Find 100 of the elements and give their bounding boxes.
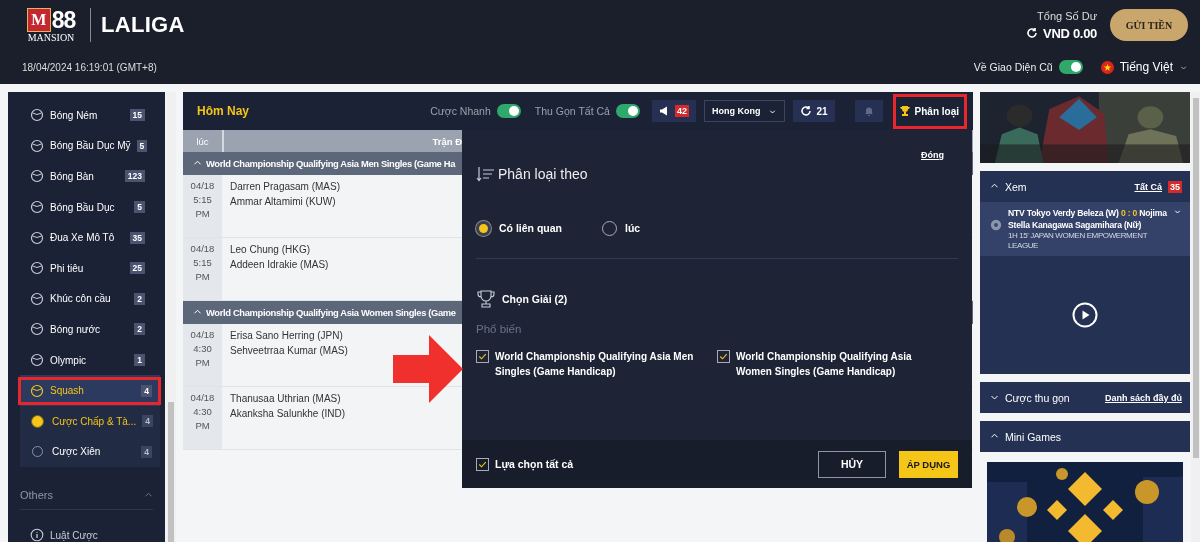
match-date: 04/18 <box>190 243 215 254</box>
match-time: 5:15 <box>193 194 212 205</box>
deposit-button[interactable]: GỬI TIỀN <box>1110 9 1188 41</box>
match-teams: NTV Tokyo Verdy Beleza (W) 0 : 0 Nojima Stella Kanagawa Sagamihara (Nữ) <box>1008 207 1167 231</box>
checkbox[interactable] <box>476 458 489 471</box>
count-badge: 4 <box>142 415 153 428</box>
league-title: World Championship Qualifying Asia Women Singles (Game <box>206 307 456 318</box>
toggle-label: Cược Nhanh <box>430 105 491 117</box>
logo[interactable]: M 88 MANSION <box>22 7 80 43</box>
match-date: 04/18 <box>190 180 215 191</box>
notification-button[interactable] <box>854 100 883 122</box>
count-badge: 1 <box>134 354 145 367</box>
odds-format-select[interactable]: Hong Kong <box>703 100 786 122</box>
sport-item[interactable]: Bóng nước 2 <box>8 314 165 345</box>
team-name: Darren Pragasam (MAS) <box>230 181 341 192</box>
cancel-button[interactable]: HỦY <box>818 450 886 478</box>
info-icon <box>30 528 44 542</box>
sport-item[interactable]: Bóng Bàn 123 <box>8 161 165 192</box>
league-option[interactable]: World Championship Qualifying Asia Women Singles (Game Handicap) <box>717 349 958 379</box>
match-time: 5:15 <box>193 257 212 268</box>
ball-icon <box>30 230 44 245</box>
sport-item[interactable]: Olympic 1 <box>8 344 165 376</box>
toggle-label: Thu Gọn Tất Cả <box>534 105 610 117</box>
sport-item[interactable]: Bóng Bầu Dục 5 <box>8 191 165 223</box>
group-label: Phổ biến <box>476 323 523 335</box>
count-badge: 5 <box>136 139 148 152</box>
select-all-option[interactable]: Lựa chọn tất cả <box>476 457 574 471</box>
apply-button[interactable]: ÁP DỤNG <box>899 450 958 478</box>
count-badge: 123 <box>124 170 145 183</box>
section-title: Hôm Nay <box>197 104 249 118</box>
ball-icon <box>30 353 44 368</box>
partner-logo: LALIGA <box>101 12 185 38</box>
caret-icon[interactable] <box>1173 207 1182 216</box>
count-badge: 25 <box>129 262 145 275</box>
ball-icon <box>30 383 44 398</box>
ball-icon <box>30 200 44 215</box>
count-badge: 4 <box>141 445 152 458</box>
bet-type-item[interactable]: Cược Xiên 4 <box>20 436 160 468</box>
radio-button[interactable] <box>476 220 491 236</box>
count-badge: 42 <box>674 105 689 117</box>
flag-icon <box>1100 60 1114 74</box>
sport-item[interactable]: Bóng Bầu Dục Mỹ 5 <box>8 130 165 162</box>
scrollbar[interactable] <box>1191 92 1200 542</box>
ball-icon <box>990 219 1002 231</box>
chevron-icon[interactable] <box>990 393 999 402</box>
sport-item[interactable]: Đua Xe Mô Tô 35 <box>8 222 165 253</box>
match-time: 4:30 <box>193 406 212 417</box>
classic-view-label: Về Giao Diện Cũ <box>973 61 1053 73</box>
sort-option[interactable]: lúc <box>602 220 641 236</box>
trophy-icon <box>898 105 911 117</box>
toggle-switch[interactable] <box>496 104 521 118</box>
team-name: Leo Chung (HKG) <box>230 244 312 255</box>
sport-item[interactable]: Phi tiêu 25 <box>8 252 165 284</box>
match-time: 4:30 <box>193 343 212 354</box>
menu-item[interactable]: Luật Cược <box>8 520 165 542</box>
match-period: PM <box>195 357 210 368</box>
panel-title: Mini Games <box>1005 430 1061 443</box>
match-period: PM <box>195 420 210 431</box>
announcement-button[interactable]: 42 <box>651 100 696 122</box>
match-date: 04/18 <box>190 329 215 340</box>
checkmark-icon <box>718 351 729 362</box>
toggle-switch[interactable] <box>615 104 640 118</box>
refresh-icon <box>800 105 813 117</box>
view-all-link[interactable]: Tất Cả <box>1134 181 1162 192</box>
checkmark-icon <box>477 351 488 362</box>
sort-option[interactable]: Có liên quan <box>476 220 562 236</box>
team-name: Addeen Idrakie (MAS) <box>230 259 329 270</box>
date-time: 18/04/2024 16:19:01 (GMT+8) <box>22 61 157 73</box>
count-badge: 2 <box>134 292 145 305</box>
language-select[interactable]: Tiếng Việt <box>1119 60 1173 74</box>
team-name: Ammar Altamimi (KUW) <box>230 196 337 207</box>
count-badge: 4 <box>141 384 152 397</box>
ball-icon <box>30 169 44 184</box>
match-period: PM <box>195 208 210 219</box>
league-option[interactable]: World Championship Qualifying Asia Men Singles (Game Handicap) <box>476 349 717 379</box>
panel-title: Cược thu gọn <box>1005 391 1070 404</box>
close-link[interactable]: Đóng <box>921 150 944 162</box>
sport-item[interactable]: Khúc côn cầu 2 <box>8 283 165 315</box>
refresh-icon[interactable] <box>1026 27 1039 39</box>
bet-type-item[interactable]: Cược Chấp & Tà... 4 <box>20 405 160 437</box>
trophy-icon <box>476 289 496 309</box>
match-info: 1H 15' JAPAN WOMEN EMPOWERMENT LEAGUE <box>1008 231 1149 251</box>
sport-item[interactable]: Bóng Ném 15 <box>8 100 165 131</box>
checkbox[interactable] <box>476 350 489 363</box>
checkbox[interactable] <box>717 350 730 363</box>
count-badge: 35 <box>1168 180 1182 193</box>
play-icon[interactable] <box>1072 302 1098 328</box>
count-badge: 15 <box>129 109 145 122</box>
ball-icon <box>30 108 44 123</box>
ball-icon <box>30 291 44 306</box>
sort-icon <box>476 166 496 182</box>
ball-icon <box>30 261 44 276</box>
toggle-switch[interactable] <box>1058 60 1083 74</box>
full-list-link[interactable]: Danh sách đầy đủ <box>1104 392 1182 403</box>
refresh-button[interactable]: 21 <box>793 100 835 122</box>
scrollbar[interactable] <box>166 92 176 542</box>
team-name: Sehveetrraa Kumar (MAS) <box>230 345 348 356</box>
live-match[interactable]: NTV Tokyo Verdy Beleza (W) 0 : 0 Nojima Stella Kanagawa Sagamihara (Nữ) 1H 15' JAPAN WOMEN EMPOWERMENT LEAGUE <box>980 202 1190 256</box>
league-title: World Championship Qualifying Asia Men Singles (Game Ha <box>206 158 456 169</box>
section-header[interactable]: Others <box>20 489 153 511</box>
